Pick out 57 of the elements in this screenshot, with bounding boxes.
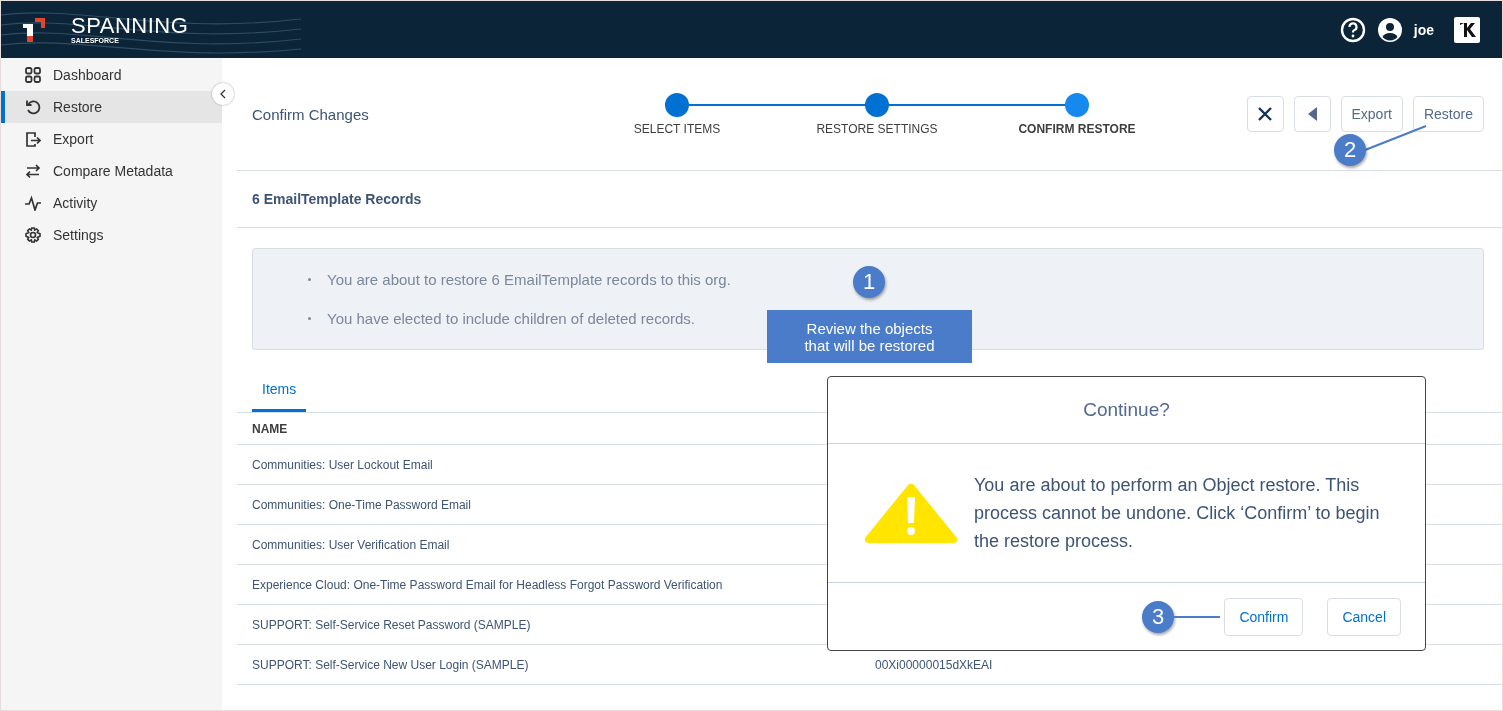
user-name[interactable]: joe	[1413, 21, 1434, 38]
leader-line	[1174, 615, 1220, 619]
nav-item[interactable]: Compare Metadata	[1, 155, 222, 187]
nav-item[interactable]: Activity	[1, 187, 222, 219]
logo-icon	[23, 17, 45, 42]
step-label: CONFIRM RESTORE	[1018, 121, 1136, 136]
close-button[interactable]	[1246, 96, 1284, 132]
column-header: NAME	[252, 421, 289, 436]
tab[interactable]: Items	[252, 375, 307, 412]
step-dot[interactable]	[865, 92, 889, 117]
collapse-button[interactable]	[212, 83, 234, 105]
step-dot[interactable]	[665, 92, 689, 117]
export-icon	[25, 131, 41, 147]
grid-icon	[25, 67, 41, 83]
triangle-left-icon	[1307, 107, 1317, 121]
page-title: Confirm Changes	[251, 105, 370, 123]
activity-icon	[25, 195, 41, 211]
table-cell-text: Communities: User Lockout Email	[252, 457, 434, 472]
tooltip: Review the objects that will be restored	[767, 310, 972, 363]
back-button[interactable]	[1293, 96, 1331, 132]
step-label: SELECT ITEMS	[633, 121, 721, 136]
dialog-message: You are about to perform an Object restore. This process cannot be undone. Click ‘Confirm’ to begin the restore process.	[974, 474, 1381, 553]
bullet-dot-icon	[308, 317, 311, 320]
section-heading: 6 EmailTemplate Records	[237, 171, 1502, 228]
dialog-button[interactable]: Cancel	[1327, 597, 1401, 636]
dialog-title: Continue?	[828, 377, 1425, 444]
table-cell-text: Communities: One-Time Password Email	[252, 497, 472, 512]
brand-name: SPANNING	[71, 14, 189, 37]
help-icon	[1339, 16, 1366, 43]
info-text: You have elected to include children of deleted records.	[327, 310, 696, 327]
user-avatar-icon	[1377, 17, 1402, 42]
nav-item[interactable]: Export	[1, 123, 222, 155]
brand-mark-icon	[1454, 16, 1480, 43]
nav-item[interactable]: Restore	[1, 91, 222, 123]
action-button[interactable]: Export	[1340, 96, 1403, 132]
step-number-badge: 2	[1334, 134, 1366, 166]
action-button[interactable]: Restore	[1412, 96, 1484, 132]
table-cell-text: SUPPORT: Self-Service New User Login (SAMPLE)	[252, 657, 530, 672]
nav-item[interactable]: Settings	[1, 219, 222, 251]
step-number-badge: 3	[1142, 601, 1174, 633]
restore-icon	[25, 99, 41, 115]
bullet-dot-icon	[308, 278, 311, 281]
chevron-left-icon	[220, 89, 226, 99]
table-cell-text: Communities: User Verification Email	[252, 537, 451, 552]
step-dot[interactable]	[1065, 92, 1089, 117]
step-number-badge: 1	[853, 266, 885, 298]
warning-icon	[864, 483, 958, 543]
nav-item[interactable]: Dashboard	[1, 59, 222, 91]
compare-icon	[25, 163, 41, 179]
table-cell-text: SUPPORT: Self-Service Reset Password (SAMPLE)	[252, 617, 532, 632]
table-cell-text: Experience Cloud: One-Time Password Email for Headless Forgot Password Verification	[252, 577, 724, 592]
dialog-button[interactable]: Confirm	[1224, 597, 1304, 636]
table-cell-text: 00Xi00000015dXkEAI	[875, 657, 994, 672]
info-text: You are about to restore 6 EmailTemplate records to this org.	[327, 271, 731, 288]
settings-icon	[25, 227, 41, 243]
close-icon	[1258, 107, 1272, 121]
step-label: RESTORE SETTINGS	[816, 121, 938, 136]
